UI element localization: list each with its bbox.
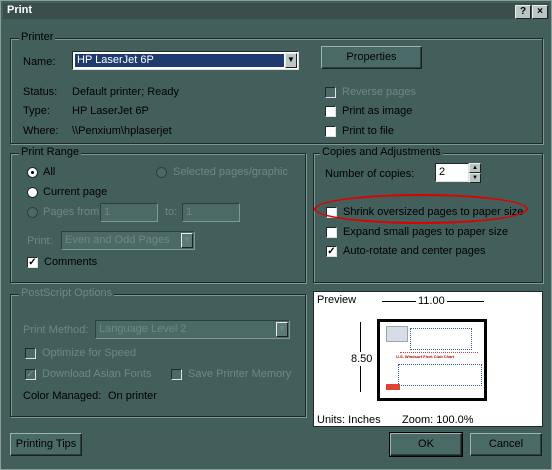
print-to-file-label: Print to file <box>342 125 394 137</box>
download-fonts-checkbox[interactable]: ✓ <box>25 369 36 380</box>
print-method-label: Print Method: <box>23 324 89 336</box>
print-method-select[interactable]: Language Level 2 ▼ <box>95 320 290 339</box>
optimize-speed-label: Optimize for Speed <box>42 347 137 359</box>
comments-checkbox[interactable]: ✓ <box>27 257 38 268</box>
all-radio[interactable] <box>27 167 38 178</box>
printer-group-label: Printer <box>19 31 56 43</box>
where-value: \\Penxium\hplaserjet <box>72 125 172 137</box>
height-label: 8.50 <box>351 352 373 366</box>
copies-up-icon[interactable]: ▲ <box>469 163 481 173</box>
width-label: 11.00 <box>416 295 447 307</box>
type-value: HP LaserJet 6P <box>72 105 149 117</box>
reverse-pages-checkbox[interactable] <box>325 87 336 98</box>
selected-pages-label: Selected pages/graphic <box>173 166 288 178</box>
reverse-pages-label: Reverse pages <box>342 86 416 98</box>
comments-label: Comments <box>44 256 98 268</box>
selected-pages-radio[interactable] <box>156 167 167 178</box>
preview-pane: Preview 11.00 8.50 U.S. Windsurf Fleet C… <box>313 291 543 427</box>
print-subset-label: Print: <box>27 235 53 247</box>
status-label: Status: <box>23 86 58 98</box>
current-page-label: Current page <box>43 186 108 198</box>
doc-title: U.S. Windsurf Fleet Club Chart <box>396 354 455 359</box>
expand-small-label: Expand small pages to paper size <box>343 226 509 238</box>
print-to-file-checkbox[interactable] <box>325 126 336 137</box>
zoom-label: Zoom: 100.0% <box>402 414 474 426</box>
shrink-oversized-checkbox[interactable] <box>326 207 337 218</box>
pages-from-radio[interactable] <box>27 207 38 218</box>
print-dialog: Print ? × Printer Name: HP LaserJet 6P ▼… <box>0 0 552 470</box>
all-label: All <box>43 166 56 178</box>
properties-button[interactable]: Properties <box>321 46 422 69</box>
title-bar[interactable]: Print ? × <box>3 3 549 19</box>
status-value: Default printer; Ready <box>72 86 179 98</box>
print-range-label: Print Range <box>19 146 82 158</box>
to-label: to: <box>165 206 178 218</box>
page-preview: U.S. Windsurf Fleet Club Chart <box>377 319 487 401</box>
copies-group-label: Copies and Adjustments <box>320 146 443 158</box>
print-as-image-label: Print as image <box>342 105 413 117</box>
ok-button[interactable]: OK <box>389 432 463 457</box>
save-memory-label: Save Printer Memory <box>188 368 292 380</box>
chevron-down-icon[interactable]: ▼ <box>276 322 288 337</box>
optimize-speed-checkbox[interactable] <box>25 348 36 359</box>
units-label: Units: Inches <box>317 414 381 426</box>
copies-input[interactable]: 2 <box>435 163 469 182</box>
from-page-input[interactable]: 1 <box>100 203 158 222</box>
auto-rotate-label: Auto-rotate and center pages <box>343 245 486 257</box>
cancel-button[interactable]: Cancel <box>470 433 542 456</box>
printer-name-select[interactable]: HP LaserJet 6P ▼ <box>72 51 299 70</box>
help-button[interactable]: ? <box>515 5 531 19</box>
expand-small-checkbox[interactable] <box>326 227 337 238</box>
window-title: Print <box>7 4 33 16</box>
print-subset-select[interactable]: Even and Odd Pages ▼ <box>61 231 195 250</box>
where-label: Where: <box>23 125 59 137</box>
color-managed-value: On printer <box>108 390 157 402</box>
current-page-radio[interactable] <box>27 187 38 198</box>
auto-rotate-checkbox[interactable]: ✓ <box>326 246 337 257</box>
printer-name-value: HP LaserJet 6P <box>77 54 154 66</box>
save-memory-checkbox[interactable] <box>171 369 182 380</box>
copies-down-icon[interactable]: ▼ <box>469 173 481 183</box>
color-managed-label: Color Managed: <box>23 390 102 402</box>
pages-from-label: Pages from <box>43 206 100 218</box>
type-label: Type: <box>23 105 50 117</box>
postscript-group-label: PostScript Options <box>19 287 115 299</box>
chevron-down-icon[interactable]: ▼ <box>285 53 297 68</box>
close-button[interactable]: × <box>532 5 548 19</box>
printer-name-label: Name: <box>23 56 56 68</box>
chevron-down-icon[interactable]: ▼ <box>181 233 193 248</box>
printing-tips-button[interactable]: Printing Tips <box>10 433 82 456</box>
print-as-image-checkbox[interactable] <box>325 106 336 117</box>
number-of-copies-label: Number of copies: <box>325 168 415 180</box>
download-fonts-label: Download Asian Fonts <box>42 368 152 380</box>
preview-label: Preview <box>317 294 357 306</box>
shrink-oversized-label: Shrink oversized pages to paper size <box>343 206 524 218</box>
to-page-input[interactable]: 1 <box>182 203 240 222</box>
